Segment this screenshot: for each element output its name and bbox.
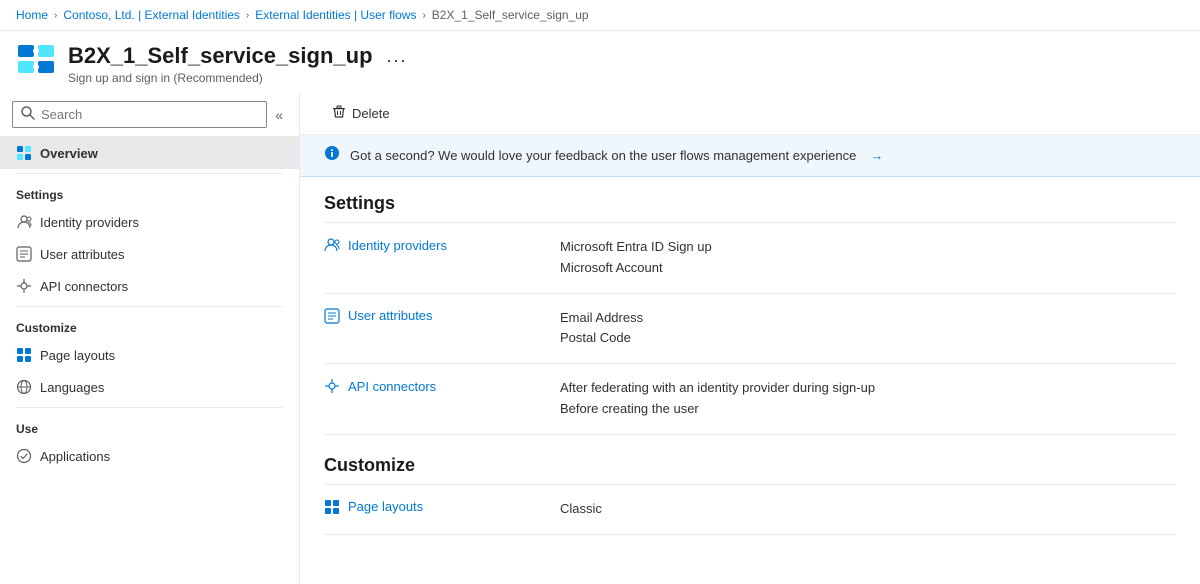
breadcrumb-sep-1: › [54, 10, 57, 21]
api-connectors-value: After federating with an identity provid… [544, 378, 1176, 420]
search-input[interactable] [41, 107, 258, 122]
identity-providers-val-2: Microsoft Account [560, 258, 1176, 279]
settings-section-label: Settings [0, 178, 299, 206]
page-layouts-value: Classic [544, 499, 1176, 520]
trash-icon [332, 105, 346, 122]
user-attributes-label: User attributes [40, 247, 125, 262]
page-layouts-row: Page layouts Classic [324, 485, 1176, 535]
collapse-sidebar-button[interactable]: « [271, 103, 287, 127]
identity-providers-value: Microsoft Entra ID Sign up Microsoft Acc… [544, 237, 1176, 279]
info-banner-arrow[interactable]: → [870, 148, 883, 163]
sidebar-item-identity-providers[interactable]: Identity providers [0, 206, 299, 238]
customize-section-title: Customize [324, 455, 1176, 476]
search-icon [21, 106, 35, 123]
identity-providers-row: Identity providers Microsoft Entra ID Si… [324, 223, 1176, 294]
page-layouts-row-label: Page layouts [324, 499, 544, 515]
sidebar-item-page-layouts[interactable]: Page layouts [0, 339, 299, 371]
identity-providers-label: Identity providers [40, 215, 139, 230]
api-connectors-row-icon [324, 378, 340, 394]
breadcrumb-userflows[interactable]: External Identities | User flows [255, 8, 416, 22]
page-header: B2X_1_Self_service_sign_up ... Sign up a… [0, 31, 1200, 93]
page-layouts-icon [16, 347, 32, 363]
api-connectors-row-label: API connectors [324, 378, 544, 394]
user-attributes-icon [16, 246, 32, 262]
page-subtitle: Sign up and sign in (Recommended) [68, 71, 414, 85]
api-connectors-val-2: Before creating the user [560, 399, 1176, 420]
breadcrumb-home[interactable]: Home [16, 8, 48, 22]
page-header-icon [16, 43, 56, 83]
customize-section: Customize Page layouts [300, 435, 1200, 535]
applications-label: Applications [40, 449, 110, 464]
languages-icon [16, 379, 32, 395]
breadcrumb-sep-3: › [422, 10, 425, 21]
toolbar: Delete [300, 93, 1200, 135]
info-banner: Got a second? We would love your feedbac… [300, 135, 1200, 177]
ellipsis-button[interactable]: ... [381, 44, 414, 69]
api-connectors-icon [16, 278, 32, 294]
breadcrumb-current: B2X_1_Self_service_sign_up [432, 8, 589, 22]
user-attributes-val-2: Postal Code [560, 328, 1176, 349]
search-box-container [12, 101, 267, 128]
api-connectors-val-1: After federating with an identity provid… [560, 378, 1176, 399]
breadcrumb-contoso[interactable]: Contoso, Ltd. | External Identities [63, 8, 240, 22]
breadcrumb-sep-2: › [246, 10, 249, 21]
search-row: « [0, 93, 299, 137]
user-attributes-row-label: User attributes [324, 308, 544, 324]
languages-label: Languages [40, 380, 104, 395]
settings-divider [16, 173, 283, 174]
info-banner-message: Got a second? We would love your feedbac… [350, 148, 856, 163]
page-layouts-label: Page layouts [40, 348, 115, 363]
breadcrumb: Home › Contoso, Ltd. | External Identiti… [0, 0, 1200, 31]
user-attributes-link[interactable]: User attributes [348, 308, 433, 323]
settings-section-title: Settings [324, 193, 1176, 214]
api-connectors-link[interactable]: API connectors [348, 379, 436, 394]
identity-providers-icon [16, 214, 32, 230]
main-content: Delete Got a second? We would love your … [300, 93, 1200, 584]
user-attributes-value: Email Address Postal Code [544, 308, 1176, 350]
api-connectors-row: API connectors After federating with an … [324, 364, 1176, 435]
identity-providers-link[interactable]: Identity providers [348, 238, 447, 253]
page-title: B2X_1_Self_service_sign_up ... [68, 43, 414, 69]
customize-divider [16, 306, 283, 307]
applications-icon [16, 448, 32, 464]
api-connectors-label: API connectors [40, 279, 128, 294]
sidebar: « Overview Settings [0, 93, 300, 584]
identity-providers-row-label: Identity providers [324, 237, 544, 253]
user-attributes-row: User attributes Email Address Postal Cod… [324, 294, 1176, 365]
page-header-text: B2X_1_Self_service_sign_up ... Sign up a… [68, 43, 414, 85]
sidebar-item-user-attributes[interactable]: User attributes [0, 238, 299, 270]
use-section-label: Use [0, 412, 299, 440]
main-layout: « Overview Settings [0, 93, 1200, 584]
customize-section-label: Customize [0, 311, 299, 339]
delete-label: Delete [352, 106, 390, 121]
overview-icon [16, 145, 32, 161]
overview-label: Overview [40, 146, 98, 161]
page-layouts-row-icon [324, 499, 340, 515]
settings-section: Settings Identity providers [300, 177, 1200, 435]
info-icon [324, 145, 340, 166]
page-layouts-val-1: Classic [560, 499, 1176, 520]
sidebar-item-api-connectors[interactable]: API connectors [0, 270, 299, 302]
user-attributes-row-icon [324, 308, 340, 324]
sidebar-item-languages[interactable]: Languages [0, 371, 299, 403]
user-attributes-val-1: Email Address [560, 308, 1176, 329]
identity-providers-row-icon [324, 237, 340, 253]
use-divider [16, 407, 283, 408]
sidebar-item-overview[interactable]: Overview [0, 137, 299, 169]
identity-providers-val-1: Microsoft Entra ID Sign up [560, 237, 1176, 258]
delete-button[interactable]: Delete [324, 101, 398, 126]
sidebar-item-applications[interactable]: Applications [0, 440, 299, 472]
page-layouts-link[interactable]: Page layouts [348, 499, 423, 514]
